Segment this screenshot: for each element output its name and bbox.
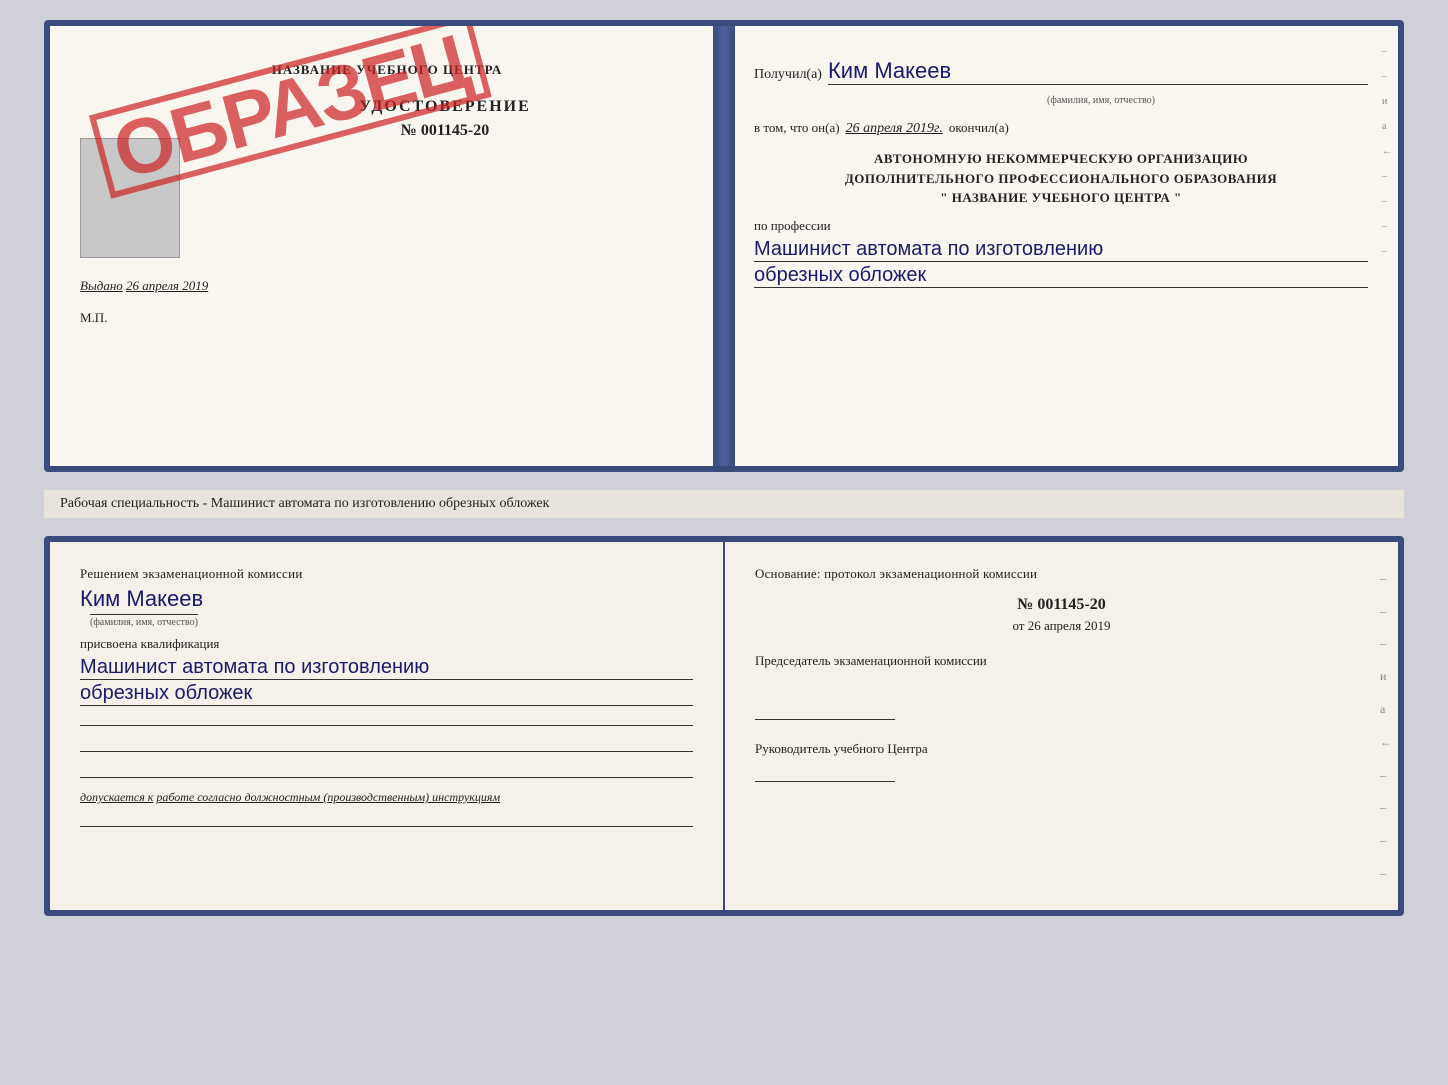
side-dash-2: – — [1382, 71, 1392, 82]
org-line1: АВТОНОМНУЮ НЕКОММЕРЧЕСКУЮ ОРГАНИЗАЦИЮ — [754, 149, 1368, 169]
right-side-dashes: – – – и а ← – – – – — [1380, 542, 1392, 910]
side-dash-3: – — [1382, 171, 1392, 182]
bottom-doc-right-page: Основание: протокол экзаменационной коми… — [725, 542, 1398, 910]
cert-number: № 001145-20 — [196, 122, 694, 140]
director-signature-line — [755, 762, 895, 782]
side-dash-1: – — [1382, 46, 1392, 57]
side-dash-5: – — [1382, 221, 1392, 232]
cert-text-block: УДОСТОВЕРЕНИЕ № 001145-20 — [196, 98, 694, 170]
org-line2: ДОПОЛНИТЕЛЬНОГО ПРОФЕССИОНАЛЬНОГО ОБРАЗО… — [754, 169, 1368, 189]
qualification-label: присвоена квалификация — [80, 636, 693, 652]
chairman-signature-line — [755, 700, 895, 720]
bottom-doc-left-page: Решением экзаменационной комиссии Ким Ма… — [50, 542, 725, 910]
side-letter-i: и — [1382, 96, 1392, 107]
dash-3: – — [1380, 636, 1392, 651]
org-line3: " НАЗВАНИЕ УЧЕБНОГО ЦЕНТРА " — [754, 188, 1368, 208]
dash-letter-a: а — [1380, 702, 1392, 717]
subtitle-text: Рабочая специальность - Машинист автомат… — [60, 496, 549, 511]
protocol-date-prefix: от — [1012, 618, 1024, 633]
profession-line1: Машинист автомата по изготовлению — [754, 238, 1368, 262]
finished-label: окончил(а) — [949, 120, 1009, 136]
side-arrow: ← — [1382, 146, 1392, 157]
side-letter-a: а — [1382, 121, 1392, 132]
bottom-document: Решением экзаменационной комиссии Ким Ма… — [44, 536, 1404, 916]
top-doc-right-page: Получил(а) Ким Макеев (фамилия, имя, отч… — [724, 26, 1398, 466]
fio-sub-top: (фамилия, имя, отчество) — [834, 95, 1368, 106]
received-line: Получил(а) Ким Макеев — [754, 58, 1368, 85]
dash-7: – — [1380, 866, 1392, 881]
допускается-text: допускается к работе согласно должностны… — [80, 790, 693, 805]
qualification-line1: Машинист автомата по изготовлению — [80, 656, 693, 680]
qualification-line2: обрезных обложек — [80, 682, 693, 706]
received-label: Получил(а) — [754, 67, 822, 83]
side-dash-6: – — [1382, 246, 1392, 257]
protocol-number: № 001145-20 — [755, 596, 1368, 614]
dash-letter-i: и — [1380, 669, 1392, 684]
dash-arrow: ← — [1380, 735, 1392, 750]
commission-person-name: Ким Макеев — [80, 586, 693, 612]
top-document: НАЗВАНИЕ УЧЕБНОГО ЦЕНТРА УДОСТОВЕРЕНИЕ №… — [44, 20, 1404, 472]
допускается-prefix: допускается к — [80, 790, 153, 804]
допускается-content: работе согласно должностным (производств… — [156, 790, 500, 804]
cert-title: УДОСТОВЕРЕНИЕ — [196, 98, 694, 116]
basis-label: Основание: протокол экзаменационной коми… — [755, 566, 1368, 582]
dash-4: – — [1380, 768, 1392, 783]
in-that-line: в том, что он(а) 26 апреля 2019г. окончи… — [754, 120, 1368, 137]
spine — [713, 26, 735, 466]
mp-label: М.П. — [80, 310, 694, 326]
profession-label: по профессии — [754, 218, 1368, 234]
dash-5: – — [1380, 800, 1392, 815]
subtitle-bar: Рабочая специальность - Машинист автомат… — [44, 490, 1404, 518]
cert-box: УДОСТОВЕРЕНИЕ № 001145-20 — [80, 98, 694, 258]
side-decorations: – – и а ← – – – – — [1382, 46, 1392, 257]
cert-issued: Выдано 26 апреля 2019 — [80, 278, 694, 294]
blank-line-2 — [80, 734, 693, 752]
protocol-date-value: 26 апреля 2019 — [1028, 618, 1111, 633]
dash-2: – — [1380, 604, 1392, 619]
dash-6: – — [1380, 833, 1392, 848]
blank-line-4 — [80, 809, 693, 827]
dash-1: – — [1380, 571, 1392, 586]
top-left-header: НАЗВАНИЕ УЧЕБНОГО ЦЕНТРА — [80, 62, 694, 78]
chairman-label: Председатель экзаменационной комиссии — [755, 652, 1368, 670]
in-that-label: в том, что он(а) — [754, 120, 840, 136]
completion-date: 26 апреля 2019г. — [846, 121, 943, 137]
blank-line-1 — [80, 708, 693, 726]
recipient-name: Ким Макеев — [828, 58, 1368, 85]
top-doc-left-page: НАЗВАНИЕ УЧЕБНОГО ЦЕНТРА УДОСТОВЕРЕНИЕ №… — [50, 26, 724, 466]
side-dash-4: – — [1382, 196, 1392, 207]
org-block: АВТОНОМНУЮ НЕКОММЕРЧЕСКУЮ ОРГАНИЗАЦИЮ ДО… — [754, 149, 1368, 208]
issued-label: Выдано — [80, 278, 123, 293]
profession-line2: обрезных обложек — [754, 264, 1368, 288]
issued-date: 26 апреля 2019 — [126, 278, 208, 293]
protocol-date: от 26 апреля 2019 — [755, 618, 1368, 634]
director-label: Руководитель учебного Центра — [755, 740, 1368, 758]
fio-sub-bottom: (фамилия, имя, отчество) — [90, 614, 198, 628]
blank-line-3 — [80, 760, 693, 778]
decision-label: Решением экзаменационной комиссии — [80, 566, 693, 582]
photo-placeholder — [80, 138, 180, 258]
